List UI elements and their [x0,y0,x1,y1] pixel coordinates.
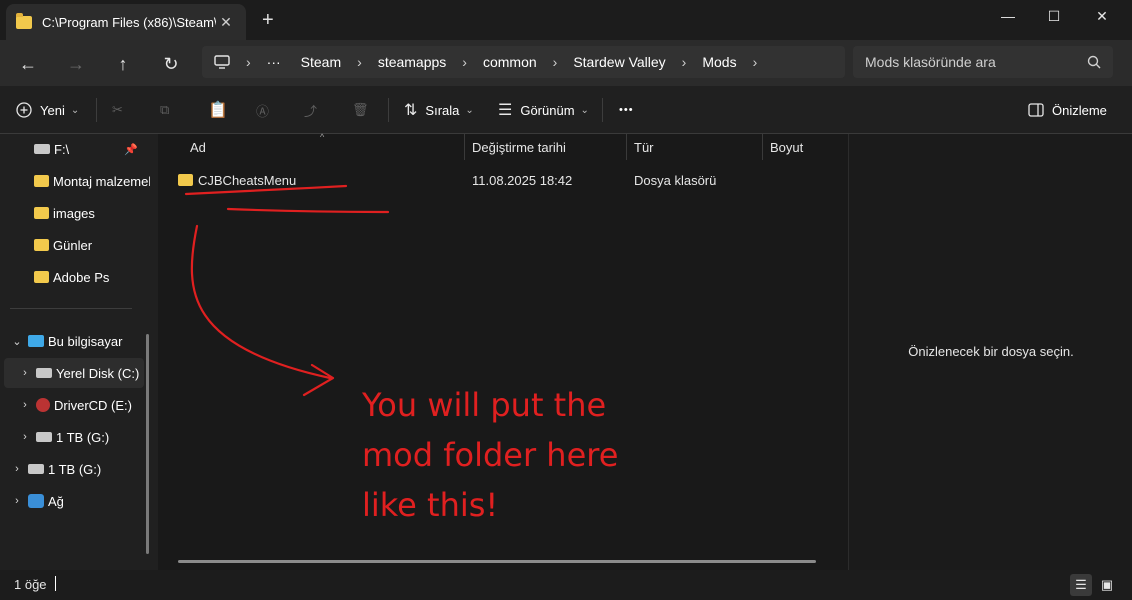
annotation-underline [226,207,390,214]
annotation-line: mod folder here [362,436,619,474]
details-view-icon: ☰ [1075,577,1087,592]
item-count: 1 öğe [14,577,47,592]
annotation-text: You will put the mod folder here like th… [362,380,662,530]
details-view-button[interactable]: ☰ [1070,574,1092,596]
tiles-view-icon: ▣ [1100,577,1114,592]
tiles-view-button[interactable]: ▣ [1096,574,1118,596]
annotation-line: like this! [362,486,499,524]
text-caret [55,576,56,591]
annotation-line: You will put the [362,386,607,424]
annotation-arrow [190,224,332,380]
annotation-underline [184,184,348,196]
arrow-head-icon [302,363,335,397]
status-bar: 1 öğe ☰ ▣ [0,570,1132,600]
